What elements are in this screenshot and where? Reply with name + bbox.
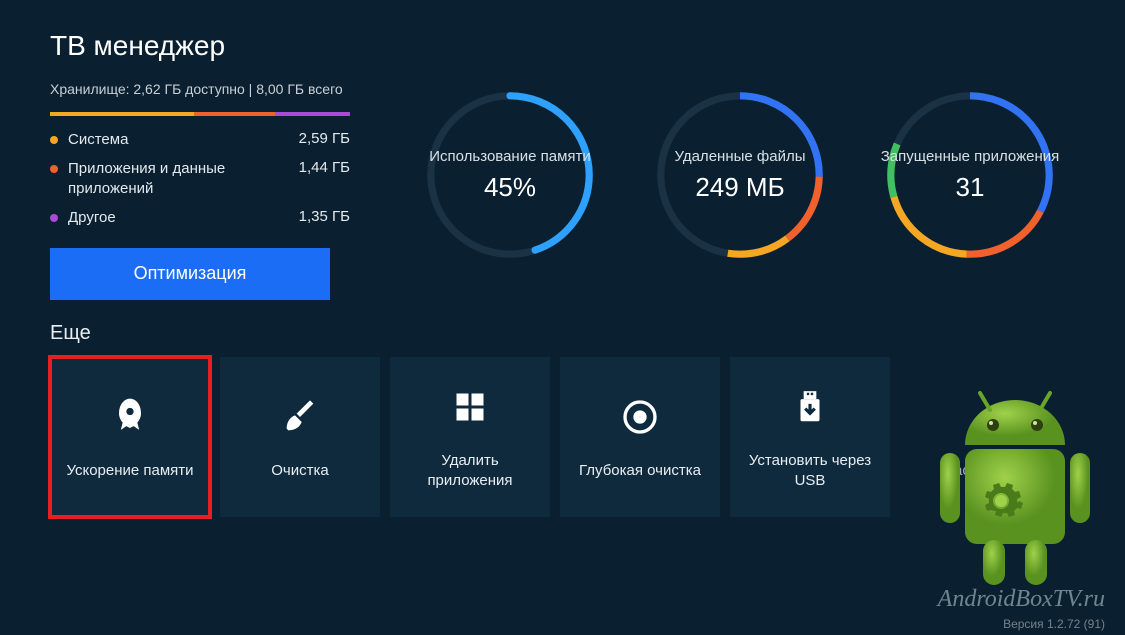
more-heading: Еще (50, 322, 1075, 345)
dot-icon (50, 214, 58, 222)
gauge-deleted-value: 249 МБ (695, 172, 784, 203)
apps-icon (446, 383, 494, 431)
dot-icon (50, 165, 58, 173)
tile-label: Глубокая очистка (579, 461, 701, 481)
storage-panel: Хранилище: 2,62 ГБ доступно | 8,00 ГБ вс… (50, 80, 350, 300)
gear-icon (977, 477, 1025, 525)
page-title: ТВ менеджер (50, 30, 1075, 62)
dot-icon (50, 136, 58, 144)
gauge-running-value: 31 (956, 172, 985, 203)
optimize-button[interactable]: Оптимизация (50, 248, 330, 300)
storage-summary: Хранилище: 2,62 ГБ доступно | 8,00 ГБ вс… (50, 80, 350, 100)
tile-label: Ускорение памяти (66, 461, 193, 481)
disc-icon (616, 393, 664, 441)
gauge-memory[interactable]: Использование памяти 45% (420, 85, 600, 300)
gauge-memory-label: Использование памяти (429, 148, 591, 166)
version-label: Версия 1.2.72 (91) (1003, 617, 1105, 631)
gauge-deleted[interactable]: Удаленные файлы 249 МБ (650, 85, 830, 300)
gauge-running-label: Запущенные приложения (881, 148, 1060, 166)
gauge-memory-value: 45% (484, 172, 536, 203)
tile-usb-install[interactable]: Установить через USB (730, 357, 890, 517)
legend-row-other: Другое 1,35 ГБ (50, 208, 350, 228)
usb-icon (786, 383, 834, 431)
storage-bar (50, 112, 350, 116)
tile-memory-boost[interactable]: Ускорение памяти (50, 357, 210, 517)
tile-clean[interactable]: Очистка (220, 357, 380, 517)
tile-label: Удалить приложения (400, 451, 540, 490)
watermark: AndroidBoxTV.ru (938, 586, 1105, 613)
rocket-icon (106, 393, 154, 441)
tile-deep-clean[interactable]: Глубокая очистка (560, 357, 720, 517)
tile-uninstall[interactable]: Удалить приложения (390, 357, 550, 517)
legend-row-apps: Приложения и данные приложений 1,44 ГБ (50, 159, 350, 198)
tile-label: Очистка (271, 461, 328, 481)
gear-icon (956, 393, 1004, 441)
legend-row-system: Система 2,59 ГБ (50, 130, 350, 150)
tile-label: Установить через USB (740, 451, 880, 490)
brush-icon (276, 393, 324, 441)
gauge-running[interactable]: Запущенные приложения 31 (880, 85, 1060, 300)
gauge-deleted-label: Удаленные файлы (674, 148, 805, 166)
